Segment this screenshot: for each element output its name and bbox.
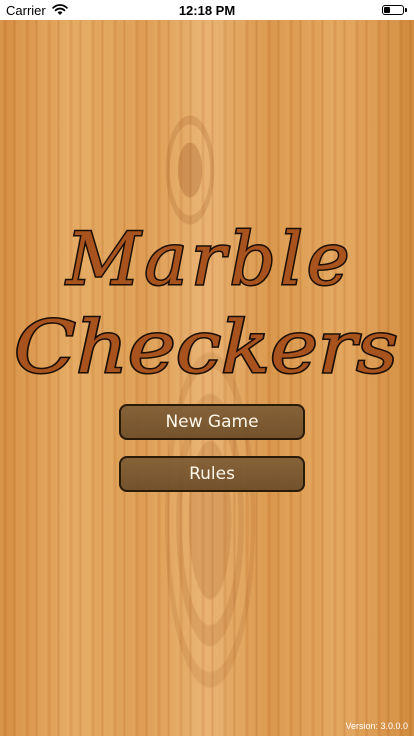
status-bar: Carrier 12:18 PM [0,0,414,20]
title-line-checkers: Checkers [14,305,398,389]
version-label: Version: 3.0.0.0 [345,721,408,731]
battery-icon [382,5,407,15]
new-game-button[interactable]: New Game [119,404,305,440]
rules-button[interactable]: Rules [119,456,305,492]
clock-time: 12:18 PM [178,3,236,18]
game-title: Marble Checkers [13,216,400,391]
title-line-marble: Marble [65,217,354,301]
